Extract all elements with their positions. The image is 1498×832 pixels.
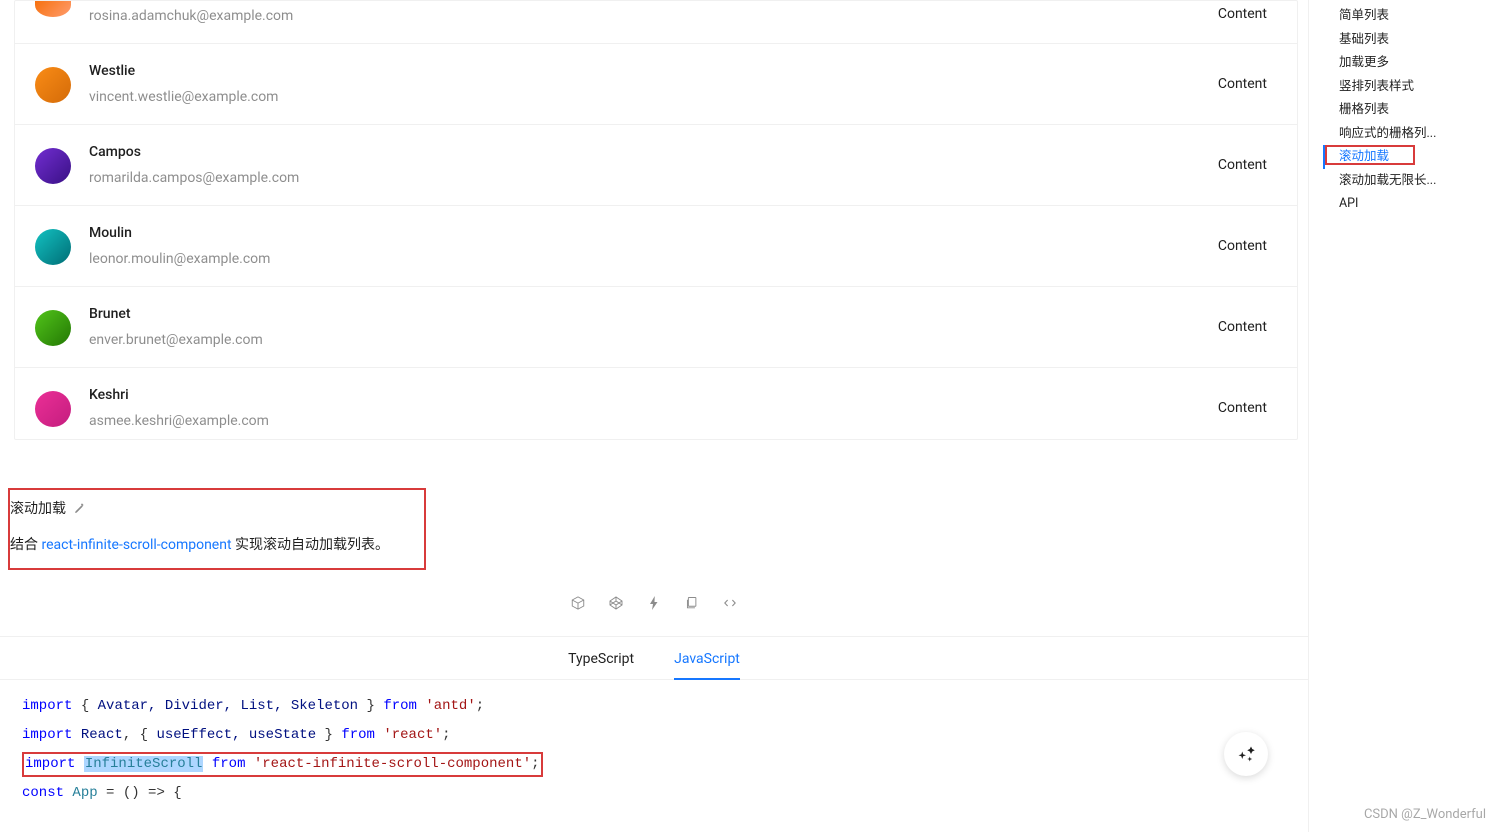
code-keyword: from: [212, 756, 246, 772]
code-icon[interactable]: [721, 594, 739, 612]
avatar: [35, 310, 71, 346]
anchor-item[interactable]: 响应式的栅格列...: [1325, 122, 1498, 146]
demo-description: 结合 react-infinite-scroll-component 实现滚动自…: [10, 534, 424, 554]
code-string: 'react-infinite-scroll-component': [254, 756, 531, 772]
anchor-item[interactable]: API: [1325, 192, 1498, 216]
list-item-content: Content: [1218, 157, 1273, 173]
code-keyword: from: [341, 727, 375, 743]
demo-actions: [0, 594, 1308, 612]
tab-javascript[interactable]: JavaScript: [674, 637, 740, 679]
list-item-content: Content: [1218, 238, 1273, 254]
list-item-name: Keshri: [89, 384, 1218, 406]
list-item-name: Moulin: [89, 222, 1218, 244]
code-string: 'antd': [425, 698, 475, 714]
code-text: ;: [476, 698, 484, 714]
avatar: [35, 148, 71, 184]
list-item-content: Content: [1218, 319, 1273, 335]
list-item: Campos romarilda.campos@example.com Cont…: [15, 125, 1297, 206]
list-item: Moulin leonor.moulin@example.com Content: [15, 206, 1297, 287]
watermark: CSDN @Z_Wonderful: [1364, 807, 1486, 822]
desc-prefix: 结合: [10, 537, 41, 553]
avatar: [35, 391, 71, 427]
code-keyword: import: [22, 698, 72, 714]
list-item-email: rosina.adamchuk@example.com: [89, 5, 1218, 27]
demo-title: 滚动加载: [10, 498, 66, 518]
list-item-email: asmee.keshri@example.com: [89, 410, 1218, 432]
list-item-name: Campos: [89, 141, 1218, 163]
list-item: Keshri asmee.keshri@example.com Content: [15, 368, 1297, 440]
edit-icon[interactable]: [72, 501, 86, 515]
anchor-item[interactable]: 栅格列表: [1325, 98, 1498, 122]
code-tabs: TypeScript JavaScript: [0, 637, 1308, 680]
avatar: [35, 0, 71, 17]
code-keyword: import: [22, 727, 72, 743]
code-keyword: const: [22, 785, 64, 801]
code-class: App: [72, 785, 97, 801]
avatar: [35, 67, 71, 103]
list-item-email: romarilda.campos@example.com: [89, 167, 1218, 189]
code-keyword: import: [25, 756, 75, 772]
code-string: 'react': [383, 727, 442, 743]
code-text: ;: [531, 756, 539, 772]
desc-suffix: 实现滚动自动加载列表。: [232, 537, 389, 553]
anchor-item[interactable]: 竖排列表样式: [1325, 75, 1498, 99]
main-content: rosina.adamchuk@example.com Content West…: [0, 0, 1308, 832]
code-text: {: [140, 727, 157, 743]
code-text: React: [81, 727, 123, 743]
list-item-email: enver.brunet@example.com: [89, 329, 1218, 351]
anchor-item[interactable]: 简单列表: [1325, 4, 1498, 28]
list-item-content: Content: [1218, 400, 1273, 416]
anchor-item[interactable]: 滚动加载: [1323, 145, 1498, 169]
code-text: }: [316, 727, 333, 743]
highlight-box: import InfiniteScroll from 'react-infini…: [22, 752, 543, 777]
list-item-email: leonor.moulin@example.com: [89, 248, 1218, 270]
anchor-item[interactable]: 滚动加载无限长...: [1325, 169, 1498, 193]
code-text: }: [358, 698, 375, 714]
tab-typescript[interactable]: TypeScript: [568, 637, 634, 679]
code-text: Avatar, Divider, List, Skeleton: [98, 698, 358, 714]
list-container[interactable]: rosina.adamchuk@example.com Content West…: [14, 0, 1298, 440]
list-item: rosina.adamchuk@example.com Content: [15, 1, 1297, 44]
demo-description-box: 滚动加载 结合 react-infinite-scroll-component …: [8, 488, 426, 570]
code-keyword: from: [383, 698, 417, 714]
code-text: useEffect, useState: [156, 727, 316, 743]
list-item: Westlie vincent.westlie@example.com Cont…: [15, 44, 1297, 125]
code-text: = () => {: [98, 785, 182, 801]
list-item: Brunet enver.brunet@example.com Content: [15, 287, 1297, 368]
list-item-email: vincent.westlie@example.com: [89, 86, 1218, 108]
code-text: ,: [123, 727, 140, 743]
fab-button[interactable]: [1224, 732, 1268, 776]
avatar: [35, 229, 71, 265]
anchor-nav: 简单列表基础列表加载更多竖排列表样式栅格列表响应式的栅格列...滚动加载滚动加载…: [1308, 0, 1498, 832]
code-block[interactable]: import { Avatar, Divider, List, Skeleton…: [0, 680, 1308, 808]
selected-text: InfiniteScroll: [84, 756, 204, 772]
list-item-content: Content: [1218, 76, 1273, 92]
infinite-scroll-link[interactable]: react-infinite-scroll-component: [41, 537, 231, 553]
codepen-icon[interactable]: [607, 594, 625, 612]
list-item-name: Brunet: [89, 303, 1218, 325]
code-text: ;: [442, 727, 450, 743]
list-item-content: Content: [1218, 6, 1273, 22]
anchor-item[interactable]: 加载更多: [1325, 51, 1498, 75]
codesandbox-icon[interactable]: [569, 594, 587, 612]
list-item-name: Westlie: [89, 60, 1218, 82]
copy-icon[interactable]: [683, 594, 701, 612]
code-text: {: [81, 698, 98, 714]
anchor-item[interactable]: 基础列表: [1325, 28, 1498, 52]
thunder-icon[interactable]: [645, 594, 663, 612]
